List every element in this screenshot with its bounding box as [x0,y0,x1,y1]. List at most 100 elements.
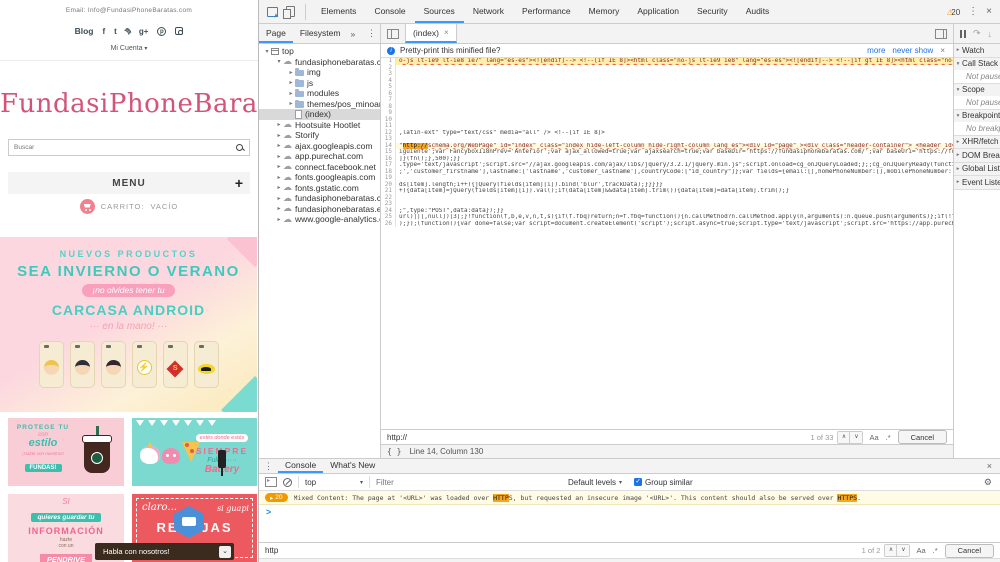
banner-battery[interactable]: estés donde estés SIEMPRE Full ······· B… [132,418,257,486]
devtools-menu-icon[interactable]: ⋮ [968,6,978,17]
debugger-section-header[interactable]: ▸ DOM Breakpoints [954,149,1000,162]
group-similar-control[interactable]: ✓ Group similar [634,478,693,487]
tree-item[interactable]: ▸ fonts.googleapis.com [259,172,380,183]
infobar-never-link[interactable]: never show [892,46,933,55]
devtools-close-icon[interactable]: × [986,6,992,17]
menu-bar[interactable]: MENU + [8,172,250,194]
navigator-toggle-icon[interactable] [387,29,399,39]
editor-search-input[interactable] [381,433,811,442]
tree-item[interactable]: ▸ themes/pos_minoan3 [259,99,380,110]
code-line[interactable]: 26 );});(function(){var done=false;var s… [381,221,953,228]
menu-expand-icon[interactable]: + [235,175,243,191]
navigator-tab[interactable]: Filesystem [293,24,348,43]
tab-close-icon[interactable]: × [444,28,449,37]
console-prompt-row[interactable]: > [259,505,1000,518]
console-search-input[interactable] [259,546,862,555]
twitter-icon[interactable]: t [114,27,117,36]
tree-item[interactable]: ▸ ajax.googleapis.com [259,141,380,152]
blog-link[interactable]: Blog [75,26,94,36]
tree-item[interactable]: ▸ Storify [259,130,380,141]
console-settings-icon[interactable]: ⚙ [984,477,1000,488]
step-over-icon[interactable]: ↷ [973,28,981,39]
console-filter-input[interactable] [376,478,556,487]
log-levels-select[interactable]: Default levels ▾ [568,478,622,487]
pretty-print-icon[interactable]: { } [387,447,401,456]
console-tab[interactable]: Console [278,459,323,473]
tree-item[interactable]: ▾ top [259,46,380,57]
devtools-tab[interactable]: Sources [415,0,464,23]
more-tabs-chevron[interactable]: » [347,24,358,43]
debugger-sidebar-toggle-icon[interactable] [935,29,947,39]
debugger-section-header[interactable]: ▸ Global Listeners [954,163,1000,176]
editor-file-tab[interactable]: (index) × [405,24,457,43]
debugger-section-header[interactable]: ▾ Scope [954,84,1000,97]
account-menu[interactable]: Mi Cuenta ▾ [0,45,258,52]
tree-item[interactable]: ▸ www.google-analytics.com [259,214,380,225]
navigator-menu-icon[interactable]: ⋮ [367,24,380,43]
console-tab[interactable]: What's New [323,459,382,473]
console-sidebar-icon[interactable] [265,477,277,487]
tree-item[interactable]: ▸ Hootsuite Hootlet [259,120,380,131]
chat-collapse-icon[interactable]: ⌄ [219,546,231,558]
code-editor[interactable]: 1 o-js lt-ie9 lt-ie8 ie7" lang="es-es"><… [381,58,953,429]
regex-toggle[interactable]: .* [886,433,891,442]
devtools-tab[interactable]: Security [688,0,737,23]
repeat-count-badge[interactable]: ▸20 [265,493,288,502]
tree-item[interactable]: ▸ js [259,78,380,89]
infobar-more-link[interactable]: more [867,46,885,55]
search-cancel-button[interactable]: Cancel [898,430,947,444]
warnings-indicator[interactable]: ⚠ 20 [947,7,961,17]
google-plus-icon[interactable]: g+ [139,27,149,36]
debugger-section-header[interactable]: ▸ XHR/fetch Breakpoints [954,136,1000,149]
next-match-button[interactable]: ∨ [850,432,862,443]
instagram-icon[interactable] [175,27,183,35]
tree-item[interactable]: ▸ app.purechat.com [259,151,380,162]
tree-item[interactable]: ▸ connect.facebook.net [259,162,380,173]
clear-console-icon[interactable] [283,478,292,487]
navigator-tab[interactable]: Page [259,24,293,43]
main-banner[interactable]: NUEVOS PRODUCTOS SEA INVIERNO O VERANO ¡… [0,237,257,412]
banner-fundas[interactable]: PROTEGE TU con estilo ¡Hazte con nuestra… [8,418,124,486]
tree-item[interactable]: ▸ fonts.gstatic.com [259,183,380,194]
tree-item[interactable]: ▸ img [259,67,380,78]
pinterest-icon[interactable]: p [157,27,166,36]
drawer-close-icon[interactable]: × [987,459,1000,473]
debugger-section-header[interactable]: ▾ Call Stack [954,58,1000,71]
checkbox-checked-icon[interactable]: ✓ [634,478,642,486]
regex-toggle[interactable]: .* [933,546,938,555]
debugger-section-header[interactable]: ▸ Event Listener Breakpoints [954,176,1000,189]
step-into-icon[interactable]: ↓ [988,29,993,39]
match-case-toggle[interactable]: Aa [916,546,925,555]
next-match-button[interactable]: ∨ [897,545,909,556]
tree-item[interactable]: ▸ modules [259,88,380,99]
chat-widget[interactable]: Habla con nosotros! ⌄ [95,543,234,560]
tree-item[interactable]: (index) [259,109,380,120]
devtools-tab[interactable]: Network [464,0,513,23]
email-link[interactable]: Email: Info@FundasiPhoneBaratas.com [0,0,258,14]
site-logo[interactable]: FundasiPhoneBaratas [0,89,258,119]
line-number[interactable]: 26 [381,221,396,228]
devtools-tab[interactable]: Application [628,0,688,23]
debugger-section-header[interactable]: ▸ Watch [954,44,1000,57]
match-case-toggle[interactable]: Aa [869,433,878,442]
console-warning-message[interactable]: ▸20 Mixed Content: The page at '<URL>' w… [259,491,1000,505]
tree-item[interactable]: ▸ fundasiphonebaratas.com [259,193,380,204]
devtools-tab[interactable]: Elements [312,0,365,23]
search-icon[interactable] [235,143,245,153]
search-cancel-button[interactable]: Cancel [945,544,994,558]
inspect-element-icon[interactable] [267,7,278,17]
devtools-tab[interactable]: Console [365,0,414,23]
previous-match-button[interactable]: ∧ [838,432,850,443]
pause-script-icon[interactable] [960,30,966,38]
device-toolbar-icon[interactable] [286,6,295,17]
devtools-tab[interactable]: Audits [737,0,779,23]
tree-item[interactable]: ▾ fundasiphonebaratas.com [259,57,380,68]
devtools-tab[interactable]: Performance [513,0,580,23]
frame-context-select[interactable]: top ▾ [305,478,363,487]
cart-row[interactable]: CARRITO: VACÍO [0,199,258,214]
tree-item[interactable]: ▸ fundasiphonebaratas.es [259,204,380,215]
facebook-icon[interactable]: f [102,27,105,36]
devtools-tab[interactable]: Memory [580,0,629,23]
rss-icon[interactable]: ))) [124,27,132,35]
previous-match-button[interactable]: ∧ [885,545,897,556]
